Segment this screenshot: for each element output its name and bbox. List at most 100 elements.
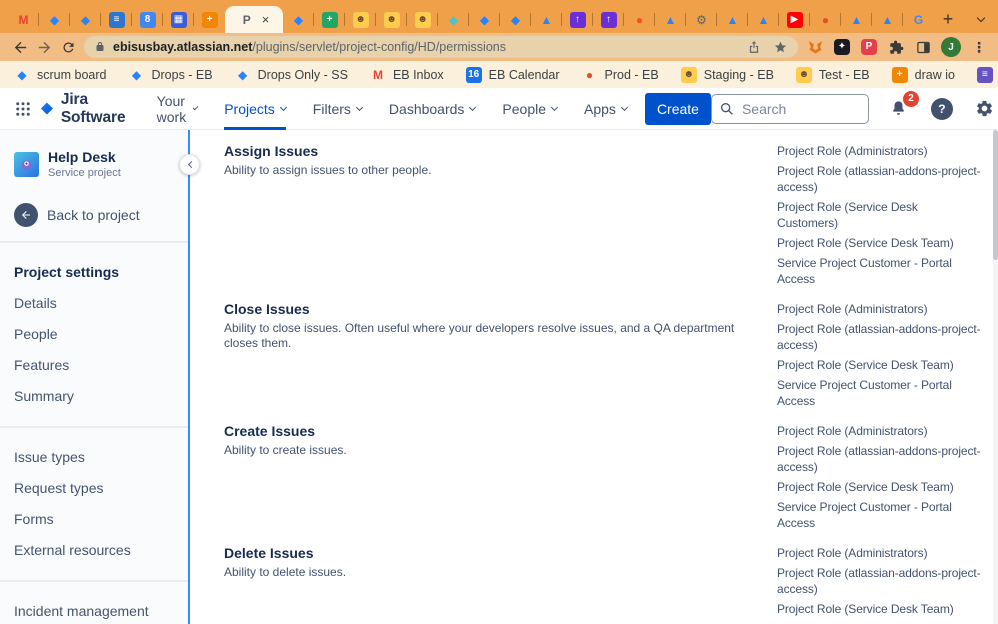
bookmark-prod-eb[interactable]: ● Prod - EB	[582, 67, 659, 83]
tab-atlassian[interactable]: ▲	[716, 6, 748, 33]
notebook-favicon: ≡	[108, 11, 125, 28]
sidebar-item-incident-management[interactable]: Incident management	[0, 596, 188, 624]
sidebar-item-external-resources[interactable]: External resources	[0, 535, 188, 566]
address-bar[interactable]: ebisusbay.atlassian.net/plugins/servlet/…	[84, 36, 798, 58]
nav-apps[interactable]: Apps	[584, 88, 628, 130]
draw-io-favicon: +	[891, 66, 908, 83]
nav-label: People	[502, 100, 547, 117]
bookmark-eb-inbox[interactable]: M EB Inbox	[370, 67, 444, 83]
tab-rocket[interactable]: ↑	[592, 6, 624, 33]
role-item: Project Role (Service Desk Team)	[777, 236, 954, 250]
role-item: Project Role (atlassian-addons-project-a…	[777, 164, 981, 194]
tab-calendar[interactable]: 8	[131, 6, 163, 33]
tab-google[interactable]: G	[902, 6, 934, 33]
tab-settings[interactable]: ⚙	[685, 6, 717, 33]
dark-extension-icon[interactable]: ✦	[833, 38, 851, 56]
chrome-profile-avatar[interactable]: J	[941, 37, 961, 57]
tab-jira-board[interactable]: ◆	[283, 6, 314, 33]
tab-mascot[interactable]: ●	[623, 6, 655, 33]
metamask-extension-icon[interactable]	[806, 38, 824, 56]
project-name: Help Desk	[48, 149, 116, 165]
sidebar-item-summary[interactable]: Summary	[0, 381, 188, 412]
create-button[interactable]: Create	[644, 92, 711, 125]
tab-jira-board[interactable]: ◆	[38, 6, 70, 33]
tab-atlassian[interactable]: ▲	[530, 6, 562, 33]
nav-dashboards[interactable]: Dashboards	[389, 88, 477, 130]
nav-projects[interactable]: Projects	[224, 88, 287, 130]
tab-drawio[interactable]: +	[193, 6, 225, 33]
notifications-bell-icon[interactable]: 2	[886, 90, 919, 122]
tab-slides[interactable]: ▦	[162, 6, 194, 33]
notification-badge: 2	[902, 90, 919, 107]
app-switcher-icon[interactable]	[14, 96, 32, 122]
bookmark-drops-eb[interactable]: ◆ Drops - EB	[128, 67, 213, 83]
share-icon[interactable]	[747, 40, 761, 54]
side-panel-icon[interactable]	[914, 38, 932, 56]
ebisu-ball-favicon: ●	[821, 12, 830, 27]
help-icon[interactable]: ?	[929, 96, 955, 122]
tab-atlassian[interactable]: ▲	[871, 6, 903, 33]
browser-toolbar: ebisusbay.atlassian.net/plugins/servlet/…	[0, 33, 998, 61]
settings-gear-icon[interactable]	[972, 96, 998, 122]
bookmark-project-deliverables[interactable]: ≡Project deliverabl...	[976, 66, 998, 83]
tab-ebisu-mask[interactable]: ☻	[375, 6, 407, 33]
permission-section: Close Issues Ability to close issues. Oft…	[224, 301, 982, 413]
tab-jira-board[interactable]: ◆	[69, 6, 101, 33]
settings-favicon: ⚙	[696, 12, 707, 27]
tab-jira-board[interactable]: ◆	[468, 6, 500, 33]
nav-filters[interactable]: Filters	[313, 88, 363, 130]
scrollbar[interactable]	[993, 130, 998, 624]
sidebar-item-issue-types[interactable]: Issue types	[0, 442, 188, 473]
tab-atlassian[interactable]: ▲	[654, 6, 686, 33]
new-tab-button[interactable]: +	[934, 6, 962, 33]
tab-sheets[interactable]: +	[313, 6, 345, 33]
tab-ebisu-mask[interactable]: ☻	[344, 6, 376, 33]
permission-section: Create Issues Ability to create issues. Pr…	[224, 423, 982, 535]
sidebar-item-forms[interactable]: Forms	[0, 504, 188, 535]
permission-info: Create Issues Ability to create issues.	[224, 423, 777, 535]
back-to-project[interactable]: Back to project	[0, 203, 188, 227]
sidebar-item-features[interactable]: Features	[0, 350, 188, 381]
tab-notebook[interactable]: ≡	[100, 6, 132, 33]
tab-ebisu-mask[interactable]: ☻	[406, 6, 438, 33]
drawio-favicon: +	[201, 11, 218, 28]
jira-logo[interactable]: Jira Software	[40, 91, 131, 127]
tab-youtube[interactable]: ▶	[778, 6, 810, 33]
sidebar-item-project-settings[interactable]: Project settings	[0, 257, 188, 288]
lock-icon	[96, 42, 104, 51]
sidebar-item-details[interactable]: Details	[0, 288, 188, 319]
back-button[interactable]	[8, 35, 32, 59]
sidebar-item-people[interactable]: People	[0, 319, 188, 350]
reload-button[interactable]	[56, 35, 80, 59]
tab-jira-permissions[interactable]: P ×	[225, 6, 283, 33]
ebisu-mask-favicon: ☻	[352, 11, 369, 28]
role-item: Project Role (Administrators)	[777, 546, 928, 560]
tab-jira-board[interactable]: ◆	[499, 6, 531, 33]
bookmark-drops-only-ss[interactable]: ◆ Drops Only - SS	[235, 67, 348, 83]
bookmark-scrum-board[interactable]: ◆ scrum board	[14, 67, 106, 83]
bookmark-test-eb[interactable]: ☻ Test - EB	[795, 66, 870, 83]
forward-button[interactable]	[32, 35, 56, 59]
chrome-menu-icon[interactable]: ⋮	[970, 38, 988, 56]
bookmark-staging-eb[interactable]: ☻ Staging - EB	[680, 66, 774, 83]
extensions-puzzle-icon[interactable]	[887, 38, 905, 56]
nav-your-work[interactable]: Your work	[157, 88, 199, 130]
sidebar-collapse-button[interactable]	[179, 154, 200, 175]
tab-rocket[interactable]: ↑	[561, 6, 593, 33]
tab-gmail[interactable]: M	[8, 6, 39, 33]
bookmark-eb-calendar[interactable]: 16 EB Calendar	[465, 66, 560, 83]
bookmark-star-icon[interactable]	[773, 40, 788, 55]
tab-ebisu-ball[interactable]: ●	[809, 6, 841, 33]
bookmark-draw-io[interactable]: + draw io	[891, 66, 955, 83]
tab-atlassian[interactable]: ▲	[747, 6, 779, 33]
red-p-extension-icon[interactable]: P	[860, 38, 878, 56]
scrollbar-thumb[interactable]	[993, 130, 998, 260]
sidebar-item-request-types[interactable]: Request types	[0, 473, 188, 504]
tab-close-icon[interactable]: ×	[262, 12, 270, 27]
permission-title: Close Issues	[224, 301, 310, 317]
tab-overview-button[interactable]	[976, 6, 986, 33]
tab-atlassian[interactable]: ▲	[840, 6, 872, 33]
test-eb-favicon: ☻	[795, 66, 812, 83]
nav-people[interactable]: People	[502, 88, 559, 130]
tab-cube[interactable]: ◆	[437, 6, 469, 33]
